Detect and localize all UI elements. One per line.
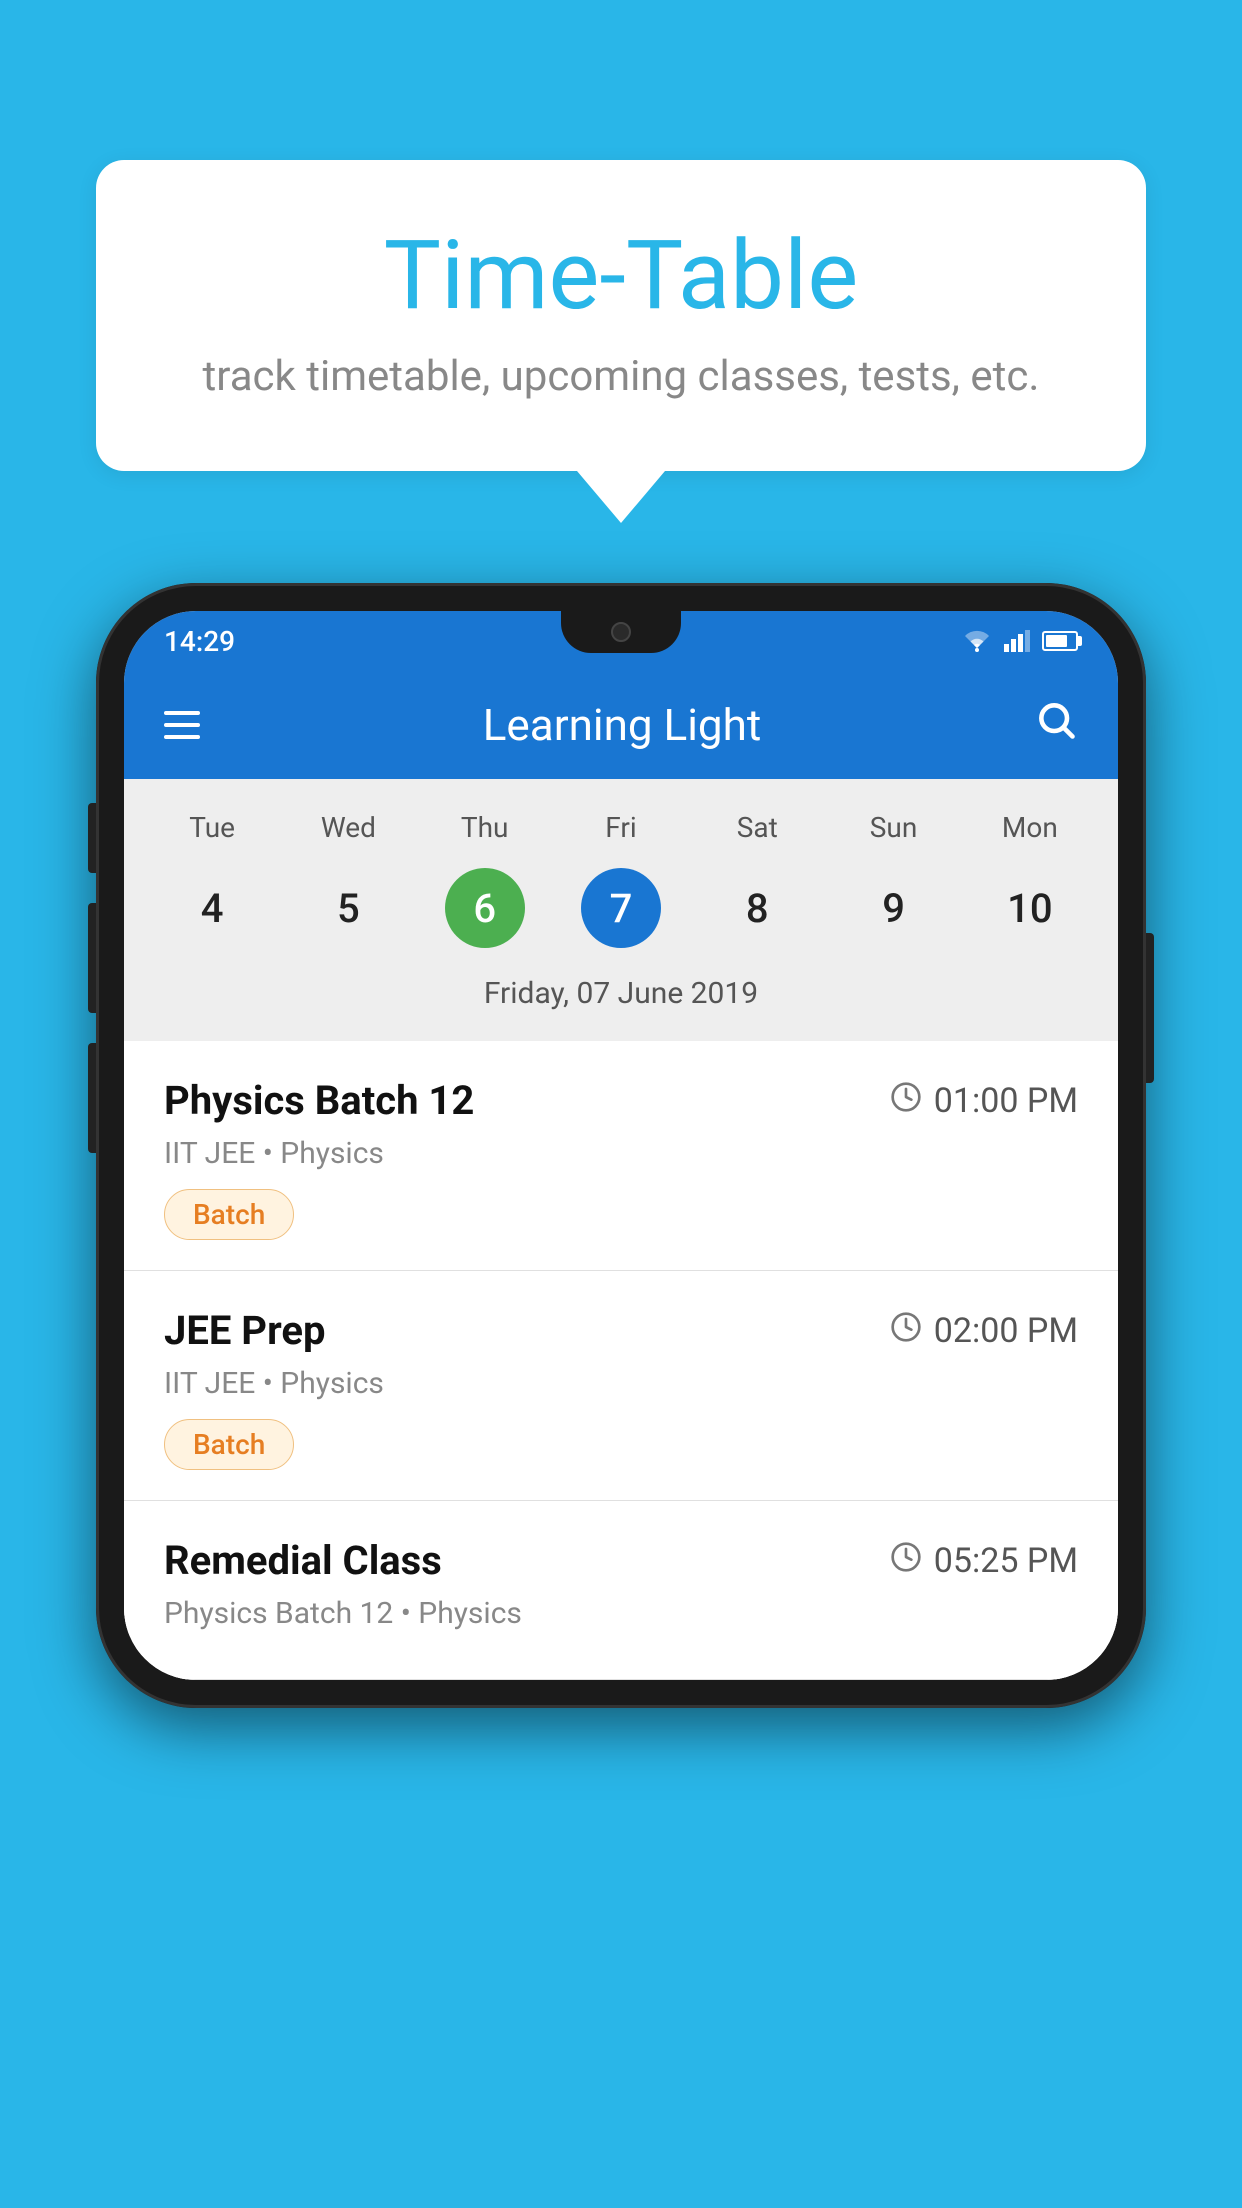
tooltip-card-wrapper: Time-Table track timetable, upcoming cla… [96,160,1146,523]
schedule-item-header-1: JEE Prep 02:00 PM [164,1307,1078,1354]
selected-date-label: Friday, 07 June 2019 [144,964,1098,1031]
schedule-item-0[interactable]: Physics Batch 12 01:00 PM IIT JEE • P [124,1041,1118,1271]
schedule-list: Physics Batch 12 01:00 PM IIT JEE • P [124,1041,1118,1680]
tooltip-subtitle: track timetable, upcoming classes, tests… [176,352,1066,401]
schedule-meta-1: IIT JEE • Physics [164,1366,1078,1401]
date-10[interactable]: 10 [962,868,1098,948]
day-label-6: Mon [962,803,1098,852]
schedule-title-0: Physics Batch 12 [164,1077,474,1124]
date-8[interactable]: 8 [689,868,825,948]
app-title: Learning Light [240,699,1004,751]
date-5[interactable]: 5 [280,868,416,948]
tooltip-arrow [577,471,665,523]
date-4[interactable]: 4 [144,868,280,948]
schedule-item-1[interactable]: JEE Prep 02:00 PM IIT JEE • Physics [124,1271,1118,1501]
schedule-meta-2: Physics Batch 12 • Physics [164,1596,1078,1631]
phone-wrapper: 14:29 [96,583,1146,1708]
schedule-item-header-2: Remedial Class 05:25 PM [164,1537,1078,1584]
clock-icon-1 [890,1311,922,1351]
calendar-dates: 4 5 6 7 8 9 10 [144,868,1098,948]
schedule-item-header-0: Physics Batch 12 01:00 PM [164,1077,1078,1124]
schedule-title-1: JEE Prep [164,1307,325,1354]
tooltip-title: Time-Table [176,220,1066,332]
status-time: 14:29 [164,625,235,658]
side-button-left-bot [88,1043,96,1153]
wifi-icon [962,630,992,652]
day-label-2: Thu [417,803,553,852]
schedule-time-2: 05:25 PM [890,1541,1078,1581]
schedule-title-2: Remedial Class [164,1537,442,1584]
schedule-time-text-1: 02:00 PM [934,1311,1078,1351]
side-button-left-top [88,803,96,873]
schedule-time-1: 02:00 PM [890,1311,1078,1351]
date-7-selected[interactable]: 7 [581,868,661,948]
schedule-time-text-0: 01:00 PM [934,1081,1078,1121]
day-label-3: Fri [553,803,689,852]
day-label-0: Tue [144,803,280,852]
calendar-section: Tue Wed Thu Fri Sat Sun Mon 4 5 6 7 8 9 … [124,779,1118,1041]
phone-frame: 14:29 [96,583,1146,1708]
notch [561,611,681,653]
side-button-left-mid [88,903,96,1013]
tooltip-card: Time-Table track timetable, upcoming cla… [96,160,1146,471]
batch-badge-1: Batch [164,1419,294,1470]
calendar-days-header: Tue Wed Thu Fri Sat Sun Mon [144,803,1098,852]
schedule-meta-0: IIT JEE • Physics [164,1136,1078,1171]
app-bar: Learning Light [124,671,1118,779]
day-label-5: Sun [825,803,961,852]
schedule-time-text-2: 05:25 PM [934,1541,1078,1581]
signal-icon [1004,630,1030,652]
menu-icon[interactable] [164,711,200,739]
date-9[interactable]: 9 [825,868,961,948]
schedule-item-2[interactable]: Remedial Class 05:25 PM Physics Batch [124,1501,1118,1680]
phone-screen: 14:29 [124,611,1118,1680]
schedule-time-0: 01:00 PM [890,1081,1078,1121]
clock-icon-2 [890,1541,922,1581]
day-label-4: Sat [689,803,825,852]
clock-icon-0 [890,1081,922,1121]
camera-dot [611,622,631,642]
batch-badge-0: Batch [164,1189,294,1240]
day-label-1: Wed [280,803,416,852]
search-icon[interactable] [1034,698,1078,753]
side-button-right [1146,933,1154,1083]
status-icons [962,630,1078,652]
battery-icon [1042,631,1078,651]
date-6-today[interactable]: 6 [445,868,525,948]
battery-fill [1046,635,1067,647]
